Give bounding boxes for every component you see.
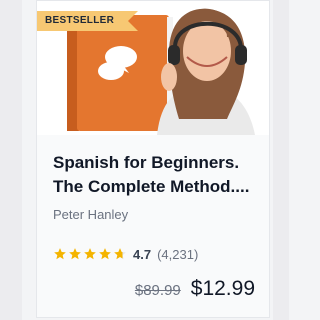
next-card-edge [273, 0, 289, 320]
course-thumbnail[interactable]: BESTSELLER [37, 1, 269, 135]
course-author: Peter Hanley [53, 207, 129, 222]
rating-row: 4.7 (4,231) [53, 245, 198, 263]
star-icon [84, 248, 96, 260]
star-rating [53, 247, 127, 261]
price-row: $89.99 $12.99 [135, 277, 255, 301]
course-card[interactable]: BESTSELLER Spanish for Beginners. The Co… [36, 0, 270, 318]
rating-count: (4,231) [157, 246, 199, 262]
star-half-icon [114, 248, 126, 260]
original-price: $89.99 [134, 282, 181, 299]
bestseller-badge: BESTSELLER [37, 11, 139, 31]
star-icon [54, 248, 66, 260]
star-icon [69, 248, 81, 260]
rating-value: 4.7 [133, 246, 152, 262]
star-icon [99, 248, 111, 260]
previous-card-edge [0, 0, 22, 320]
current-price: $12.99 [190, 277, 255, 300]
course-title[interactable]: Spanish for Beginners. The Complete Meth… [53, 151, 257, 199]
